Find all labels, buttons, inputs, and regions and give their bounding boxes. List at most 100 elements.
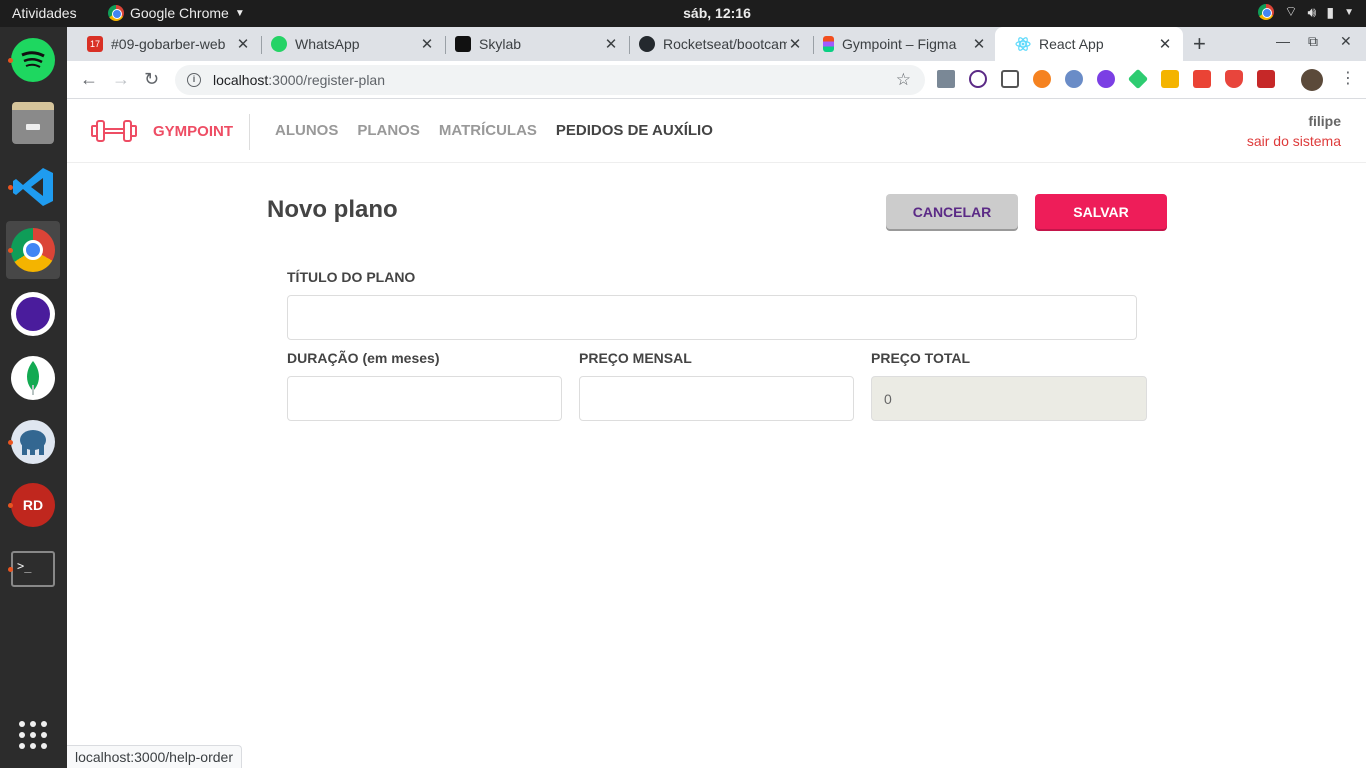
tab-strip: 17 #09-gobarber-web ✕ WhatsApp ✕ Skylab …	[67, 27, 1366, 61]
running-indicator	[8, 248, 13, 253]
tab-skylab[interactable]: Skylab ✕	[435, 27, 629, 61]
title-label: TÍTULO DO PLANO	[287, 269, 416, 285]
monthly-price-label: PREÇO MENSAL	[579, 350, 692, 366]
nav-planos[interactable]: PLANOS	[357, 122, 420, 139]
total-price-label: PREÇO TOTAL	[871, 350, 971, 366]
running-indicator	[8, 58, 13, 63]
github-icon	[639, 36, 655, 52]
tab-title: React App	[1039, 36, 1104, 52]
close-icon[interactable]: ✕	[1157, 35, 1173, 53]
tab-gobarber[interactable]: 17 #09-gobarber-web ✕	[67, 27, 261, 61]
close-icon[interactable]: ✕	[971, 35, 987, 53]
react-devtools-icon[interactable]	[1257, 70, 1275, 88]
redux-devtools-icon[interactable]	[1193, 70, 1211, 88]
duration-input[interactable]	[287, 376, 562, 421]
spotify-icon	[11, 38, 55, 82]
gympoint-logo[interactable]: GYMPOINT	[91, 119, 233, 143]
cancel-button[interactable]: CANCELAR	[886, 194, 1018, 229]
reload-icon[interactable]: ↻	[144, 69, 159, 90]
nav-pedidos-de-auxilio[interactable]: PEDIDOS DE AUXÍLIO	[556, 122, 713, 139]
dock-mongodb-compass[interactable]	[6, 349, 60, 407]
new-tab-button[interactable]: +	[1193, 31, 1206, 57]
tab-react-app[interactable]: React App ✕	[995, 27, 1183, 61]
close-icon[interactable]: ✕	[419, 35, 435, 53]
tag-icon[interactable]	[1127, 68, 1149, 90]
skylab-icon	[455, 36, 471, 52]
save-button[interactable]: SALVAR	[1035, 194, 1167, 229]
url-host: localhost	[213, 72, 269, 88]
files-icon	[12, 102, 54, 144]
tab-title: #09-gobarber-web	[111, 36, 226, 52]
vscode-icon	[11, 165, 55, 209]
running-indicator	[8, 185, 13, 190]
monthly-price-input[interactable]	[579, 376, 854, 421]
tab-figma[interactable]: Gympoint – Figma ✕	[803, 27, 997, 61]
nav-alunos[interactable]: ALUNOS	[275, 122, 338, 139]
title-input[interactable]	[287, 295, 1137, 340]
maximize-icon[interactable]: ⧉	[1308, 33, 1318, 50]
dock-redis-manager[interactable]: RD	[6, 476, 60, 534]
status-bubble: localhost:3000/help-order	[67, 745, 242, 768]
app-grid-icon	[19, 721, 47, 749]
octotree-icon[interactable]	[1033, 70, 1051, 88]
shield-icon[interactable]	[1225, 70, 1243, 88]
tab-title: WhatsApp	[295, 36, 360, 52]
dock-vscode[interactable]	[6, 158, 60, 216]
show-applications-button[interactable]	[6, 706, 60, 764]
browser-window: 17 #09-gobarber-web ✕ WhatsApp ✕ Skylab …	[67, 27, 1366, 768]
system-top-bar: Atividades Google Chrome ▼ sáb, 12:16 ⌔ …	[0, 0, 1366, 27]
wappalyzer-icon[interactable]	[1065, 70, 1083, 88]
info-icon[interactable]: i	[187, 73, 201, 87]
bookmark-star-icon[interactable]: ☆	[896, 70, 911, 90]
running-indicator	[8, 567, 13, 572]
address-bar[interactable]: i localhost:3000/register-plan ☆	[175, 65, 925, 95]
back-arrow-icon[interactable]: ←	[80, 69, 98, 90]
profile-avatar[interactable]	[1301, 69, 1323, 91]
react-icon	[1015, 36, 1031, 52]
close-window-icon[interactable]: ✕	[1340, 33, 1352, 50]
tab-whatsapp[interactable]: WhatsApp ✕	[251, 27, 445, 61]
block-icon[interactable]	[969, 70, 987, 88]
rss-icon[interactable]	[1161, 70, 1179, 88]
chrome-icon	[11, 228, 55, 272]
duration-label: DURAÇÃO (em meses)	[287, 350, 440, 366]
app-header: GYMPOINT ALUNOS PLANOS MATRÍCULAS PEDIDO…	[67, 99, 1366, 163]
dropbox-icon[interactable]	[937, 70, 955, 88]
dock-terminal[interactable]: >_	[6, 540, 60, 598]
dock: RD >_	[0, 27, 67, 768]
dock-chrome[interactable]	[6, 221, 60, 279]
logout-link[interactable]: sair do sistema	[1247, 133, 1341, 149]
dock-spotify[interactable]	[6, 31, 60, 89]
close-icon[interactable]: ✕	[235, 35, 251, 53]
user-panel: filipe sair do sistema	[1247, 113, 1341, 149]
brand-name: GYMPOINT	[153, 122, 234, 140]
nav-matriculas[interactable]: MATRÍCULAS	[439, 122, 537, 139]
close-icon[interactable]: ✕	[603, 35, 619, 53]
calendar-icon: 17	[87, 36, 103, 52]
dock-postgres[interactable]	[6, 413, 60, 471]
header-divider	[249, 114, 250, 150]
browser-toolbar: ← → ↻ i localhost:3000/register-plan ☆ ⋮	[67, 61, 1366, 99]
user-name: filipe	[1308, 113, 1341, 129]
dock-files[interactable]	[6, 94, 60, 152]
minimize-icon[interactable]: —	[1276, 33, 1290, 49]
tab-title: Rocketseat/bootcamp	[663, 36, 787, 52]
dock-tor-browser[interactable]	[6, 285, 60, 343]
check-icon[interactable]	[1097, 70, 1115, 88]
screenshot-icon[interactable]	[1001, 70, 1019, 88]
plan-form: TÍTULO DO PLANO DURAÇÃO (em meses) PREÇO…	[267, 249, 1167, 451]
battery-icon: ▮	[1326, 3, 1335, 20]
chrome-tray-icon[interactable]	[1258, 4, 1275, 20]
system-tray[interactable]: ⌔ 🔊︎ ▮ ▼	[1258, 3, 1354, 21]
main-nav: ALUNOS PLANOS MATRÍCULAS PEDIDOS DE AUXÍ…	[275, 122, 713, 139]
url-path: :3000/register-plan	[268, 72, 386, 88]
clock[interactable]: sáb, 12:16	[0, 5, 1366, 21]
forward-arrow-icon[interactable]: →	[112, 69, 130, 90]
close-icon[interactable]: ✕	[787, 35, 803, 53]
tab-github[interactable]: Rocketseat/bootcamp ✕	[619, 27, 813, 61]
extensions-bar	[937, 68, 1275, 90]
more-menu-icon[interactable]: ⋮	[1340, 68, 1356, 88]
total-price-input: 0	[871, 376, 1147, 421]
tab-title: Skylab	[479, 36, 522, 52]
wifi-icon: ⌔	[1284, 3, 1298, 19]
